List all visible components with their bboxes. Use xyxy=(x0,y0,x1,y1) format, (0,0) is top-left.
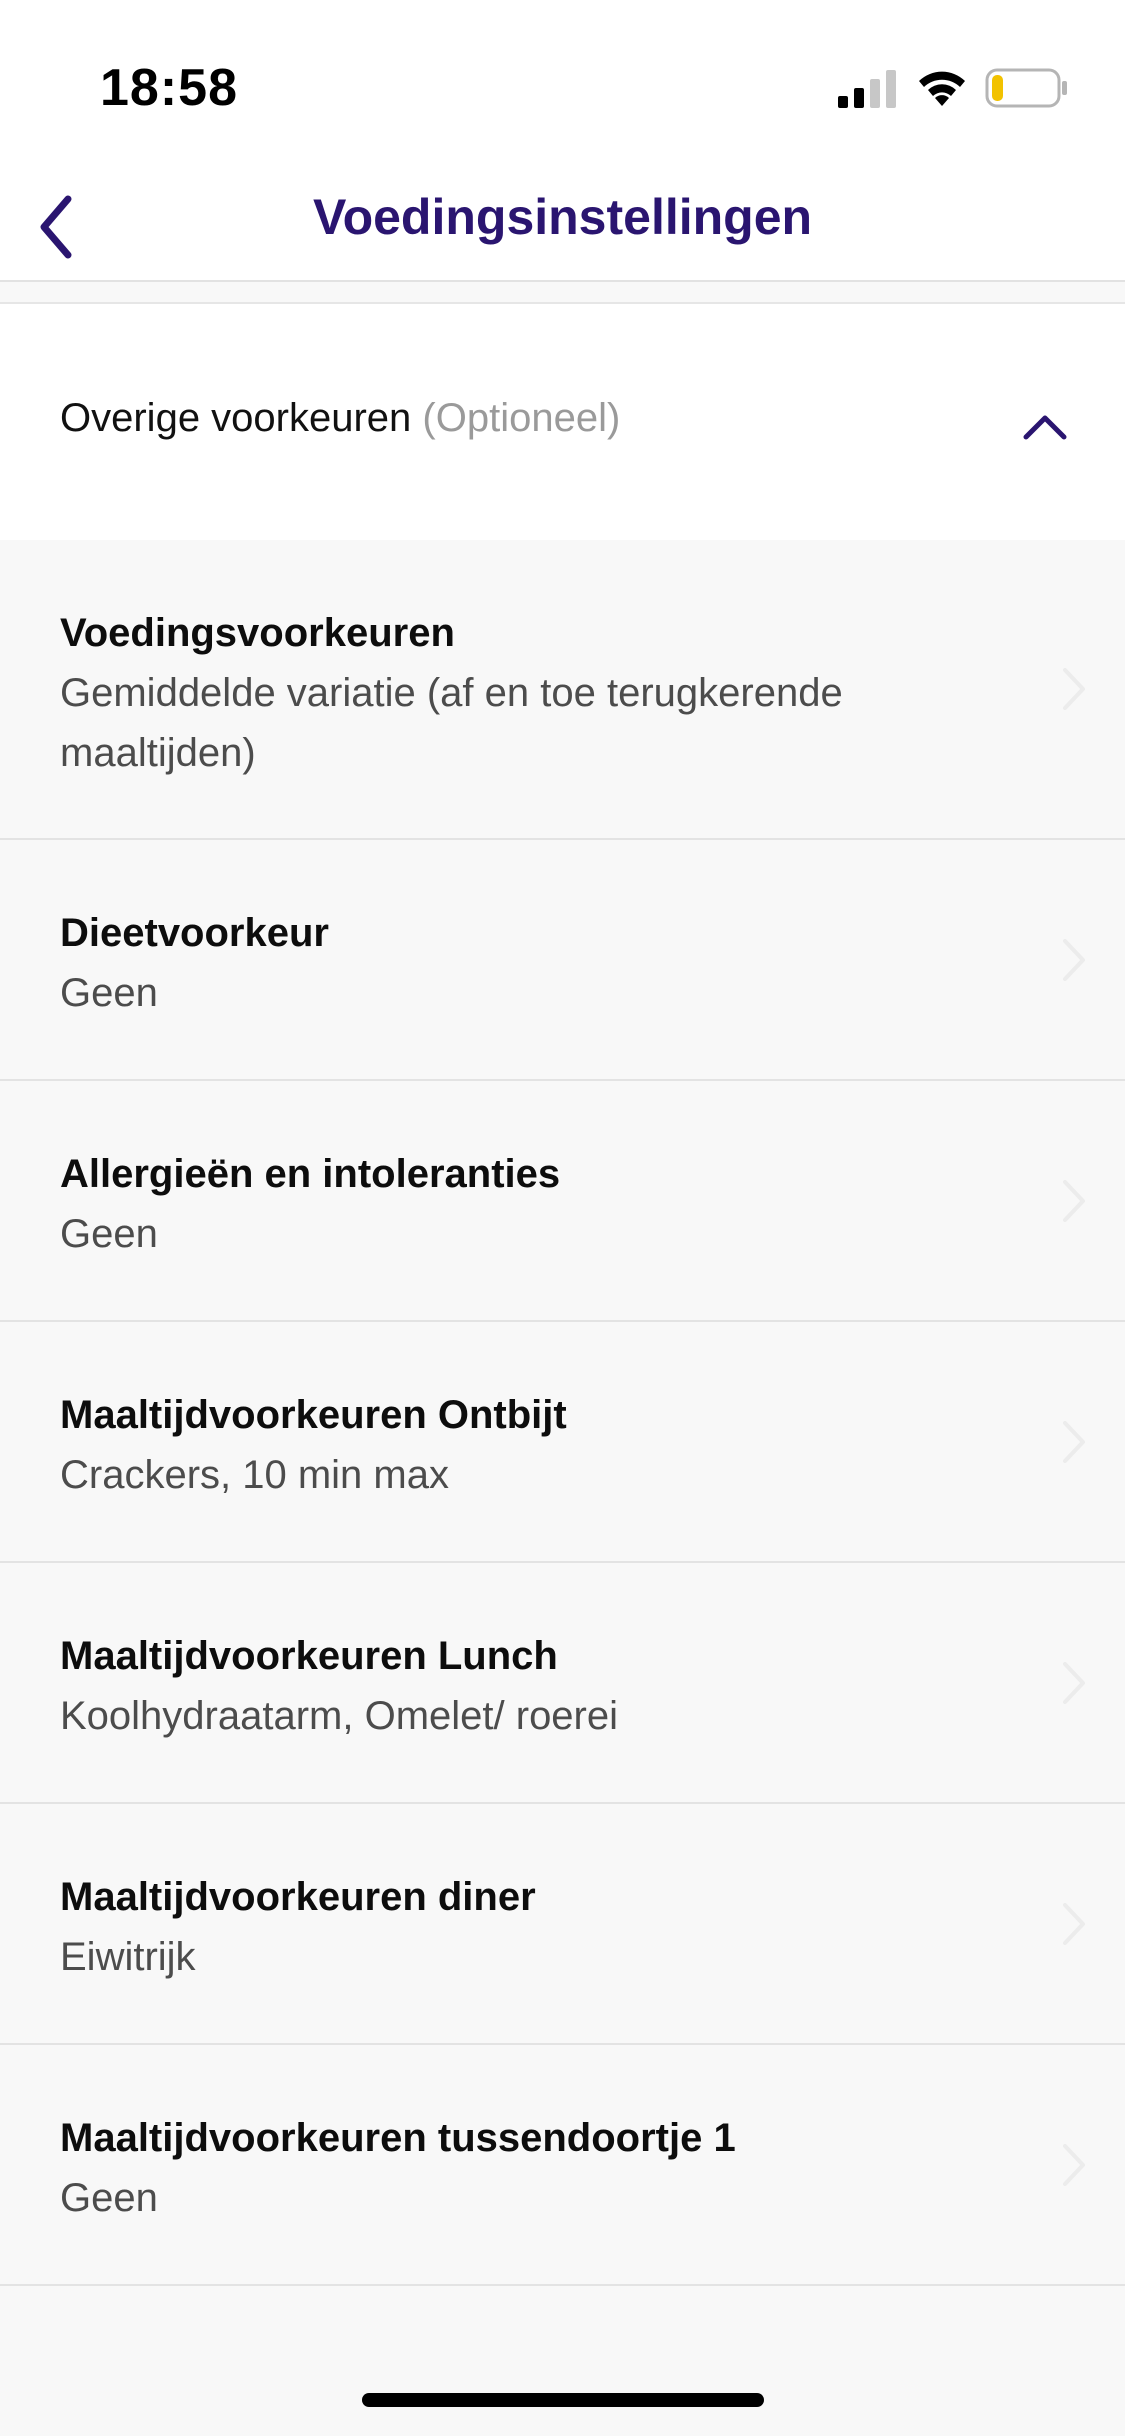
cellular-signal-icon xyxy=(838,70,896,108)
optional-label: (Optioneel) xyxy=(422,396,621,440)
preference-row-tussendoortje-1[interactable]: Maaltijdvoorkeuren tussendoortje 1 Geen xyxy=(0,2045,1125,2286)
preference-row-ontbijt[interactable]: Maaltijdvoorkeuren Ontbijt Crackers, 10 … xyxy=(0,1322,1125,1563)
wifi-icon xyxy=(919,71,965,106)
preference-title: Maaltijdvoorkeuren Lunch xyxy=(60,1634,558,1678)
preference-content: Maaltijdvoorkeuren tussendoortje 1 Geen xyxy=(60,2108,1005,2228)
preference-value: Geen xyxy=(60,971,158,1015)
preference-content: Voedingsvoorkeuren Gemiddelde variatie (… xyxy=(60,603,1005,783)
preference-title: Maaltijdvoorkeuren tussendoortje 1 xyxy=(60,2116,736,2160)
preference-content: Dieetvoorkeur Geen xyxy=(60,903,1005,1023)
preference-title: Dieetvoorkeur xyxy=(60,911,329,955)
preference-row-dieetvoorkeur[interactable]: Dieetvoorkeur Geen xyxy=(0,840,1125,1081)
battery-low-icon xyxy=(985,68,1067,108)
preference-title: Allergieën en intoleranties xyxy=(60,1152,561,1196)
preference-content: Maaltijdvoorkeuren Ontbijt Crackers, 10 … xyxy=(60,1385,1005,1505)
chevron-right-icon xyxy=(1063,2143,1085,2186)
preference-row-diner[interactable]: Maaltijdvoorkeuren diner Eiwitrijk xyxy=(0,1804,1125,2045)
chevron-right-icon xyxy=(1063,1420,1085,1463)
preference-value: Geen xyxy=(60,1212,158,1256)
preference-row-allergieen[interactable]: Allergieën en intoleranties Geen xyxy=(0,1081,1125,1322)
preference-row-lunch[interactable]: Maaltijdvoorkeuren Lunch Koolhydraatarm,… xyxy=(0,1563,1125,1804)
preference-value: Eiwitrijk xyxy=(60,1935,196,1979)
preference-value: Gemiddelde variatie (af en toe terugkere… xyxy=(60,671,843,775)
status-time: 18:58 xyxy=(100,59,238,117)
preference-content: Allergieën en intoleranties Geen xyxy=(60,1144,1005,1264)
page-title: Voedingsinstellingen xyxy=(312,189,813,245)
preference-title: Maaltijdvoorkeuren diner xyxy=(60,1875,536,1919)
preference-title: Voedingsvoorkeuren xyxy=(60,611,455,655)
status-bar: 18:58 xyxy=(0,0,1125,170)
preference-title: Maaltijdvoorkeuren Ontbijt xyxy=(60,1393,567,1437)
section-title: Overige voorkeuren (Optioneel) xyxy=(60,396,620,441)
navigation-bar: Voedingsinstellingen xyxy=(0,170,1125,282)
chevron-right-icon xyxy=(1063,1179,1085,1222)
chevron-up-icon xyxy=(1023,415,1067,440)
chevron-right-icon xyxy=(1063,1902,1085,1945)
collapse-button[interactable] xyxy=(1010,392,1080,462)
chevron-right-icon xyxy=(1063,668,1085,710)
preference-row-voedingsvoorkeuren[interactable]: Voedingsvoorkeuren Gemiddelde variatie (… xyxy=(0,540,1125,840)
home-indicator[interactable] xyxy=(362,2393,764,2407)
preference-value: Geen xyxy=(60,2176,158,2220)
preferences-list: Voedingsvoorkeuren Gemiddelde variatie (… xyxy=(0,540,1125,2286)
preference-content: Maaltijdvoorkeuren Lunch Koolhydraatarm,… xyxy=(60,1626,1005,1746)
preference-content: Maaltijdvoorkeuren diner Eiwitrijk xyxy=(60,1867,1005,1987)
preference-value: Crackers, 10 min max xyxy=(60,1453,449,1497)
section-header[interactable]: Overige voorkeuren (Optioneel) xyxy=(0,302,1125,540)
screen: 18:58 Voedingsinstellingen Overige voork… xyxy=(0,0,1125,2436)
section-title-text: Overige voorkeuren xyxy=(60,396,412,440)
chevron-right-icon xyxy=(1063,1661,1085,1704)
preference-value: Koolhydraatarm, Omelet/ roerei xyxy=(60,1694,619,1738)
chevron-right-icon xyxy=(1063,938,1085,981)
